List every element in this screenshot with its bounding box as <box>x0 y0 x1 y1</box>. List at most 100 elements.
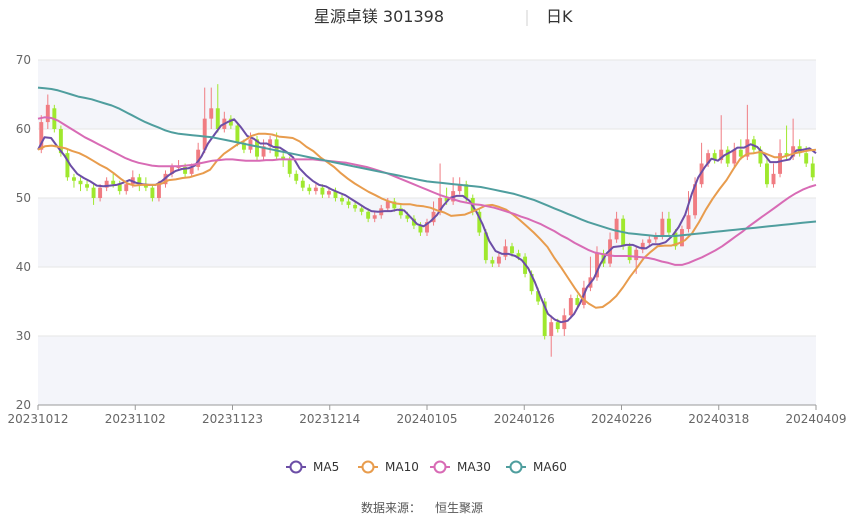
candle-body <box>340 198 344 202</box>
candle-up <box>196 142 201 171</box>
candle-body <box>111 180 116 185</box>
candle-up <box>261 139 266 161</box>
x-tick-label: 20231102 <box>105 412 166 426</box>
legend-item-ma5[interactable]: MA5 <box>286 460 339 474</box>
x-tick-label: 20240318 <box>688 412 749 426</box>
candle-down <box>810 156 815 181</box>
candle-body <box>346 201 351 205</box>
candle-body <box>647 239 652 243</box>
legend-item-ma60[interactable]: MA60 <box>506 460 567 474</box>
candle-body <box>359 208 364 212</box>
legend-marker-icon <box>509 460 523 474</box>
candle-body <box>765 163 769 185</box>
x-tick-label: 20231123 <box>202 412 263 426</box>
background-band <box>38 60 816 129</box>
candle-body <box>372 215 377 219</box>
candle-up <box>451 177 456 205</box>
y-tick-label: 70 <box>16 53 31 67</box>
legend-item-ma10[interactable]: MA10 <box>358 460 419 474</box>
candle-body <box>235 125 240 143</box>
candle-down <box>78 177 83 192</box>
candle-body <box>150 187 155 198</box>
legend-label: MA30 <box>457 460 491 474</box>
candle-body <box>810 163 815 178</box>
y-tick-label: 40 <box>16 260 31 274</box>
candle-body <box>732 149 737 164</box>
legend-marker-icon <box>289 460 303 474</box>
candle-body <box>320 187 325 195</box>
candle-body <box>209 108 214 119</box>
legend[interactable]: MA5 MA10 MA30 MA60 <box>286 460 567 474</box>
candle-body <box>85 184 89 188</box>
x-axis: 20231012 20231102 20231123 20231214 20240105… <box>7 404 847 426</box>
candle-body <box>503 246 508 257</box>
candle-body <box>778 153 783 174</box>
candle-body <box>666 218 671 233</box>
legend-item-ma30[interactable]: MA30 <box>430 460 491 474</box>
candle-down <box>65 149 70 181</box>
candle-down <box>307 184 312 195</box>
candle-body <box>568 298 573 316</box>
candle-body <box>627 246 632 261</box>
candle-body <box>496 256 501 264</box>
y-axis: 20 30 40 50 60 70 <box>16 53 31 412</box>
y-tick-label: 30 <box>16 329 31 343</box>
candle-body <box>366 211 371 219</box>
candle-body <box>124 184 129 192</box>
candle-up <box>732 142 737 167</box>
candle-down <box>300 177 305 192</box>
candle-body <box>738 149 743 157</box>
candle-down <box>712 149 717 164</box>
candle-body <box>156 184 161 198</box>
legend-marker-icon <box>433 460 447 474</box>
candle-down <box>294 170 299 185</box>
candle-body <box>71 177 76 181</box>
candle-body <box>804 153 809 164</box>
x-tick-label: 20240409 <box>785 412 846 426</box>
candle-body <box>686 215 691 230</box>
candle-body <box>555 322 560 330</box>
candle-up <box>104 177 109 192</box>
x-tick-label: 20240105 <box>396 412 457 426</box>
candle-body <box>353 204 358 209</box>
candle-down <box>797 139 802 157</box>
candle-body <box>45 104 50 123</box>
candle-body <box>660 218 665 236</box>
candle-body <box>634 249 639 261</box>
x-tick-label: 20231012 <box>7 412 68 426</box>
legend-label: MA10 <box>385 460 419 474</box>
candle-body <box>307 187 312 192</box>
candle-body <box>287 160 292 174</box>
candle-body <box>98 187 103 198</box>
chart-title: 星源卓镁 301398 <box>314 7 444 26</box>
candle-body <box>549 322 554 336</box>
candle-down <box>725 146 730 167</box>
candle-body <box>490 260 495 264</box>
background-band <box>38 336 816 405</box>
candle-up <box>778 139 783 178</box>
candle-body <box>300 180 305 188</box>
candle-down <box>71 173 76 188</box>
candle-up <box>771 163 776 188</box>
source-label: 数据来源： <box>361 500 421 515</box>
candle-down <box>85 180 89 192</box>
candle-body <box>326 191 331 195</box>
candle-body <box>202 118 207 150</box>
candle-up <box>313 184 318 195</box>
candle-body <box>313 187 318 192</box>
y-tick-label: 50 <box>16 191 31 205</box>
candle-body <box>78 180 83 185</box>
candle-up <box>699 142 704 188</box>
candle-body <box>614 218 619 240</box>
legend-label: MA5 <box>313 460 339 474</box>
candle-body <box>215 108 220 129</box>
x-tick-label: 20231214 <box>299 412 360 426</box>
source-name: 恒生聚源 <box>435 501 483 515</box>
legend-marker-icon <box>361 460 375 474</box>
x-tick-label: 20240126 <box>494 412 555 426</box>
candle-body <box>294 173 299 181</box>
data-source: 数据来源： 恒生聚源 <box>361 500 483 515</box>
candle-body <box>510 246 514 254</box>
x-tick-label: 20240226 <box>591 412 652 426</box>
candle-body <box>680 229 684 247</box>
